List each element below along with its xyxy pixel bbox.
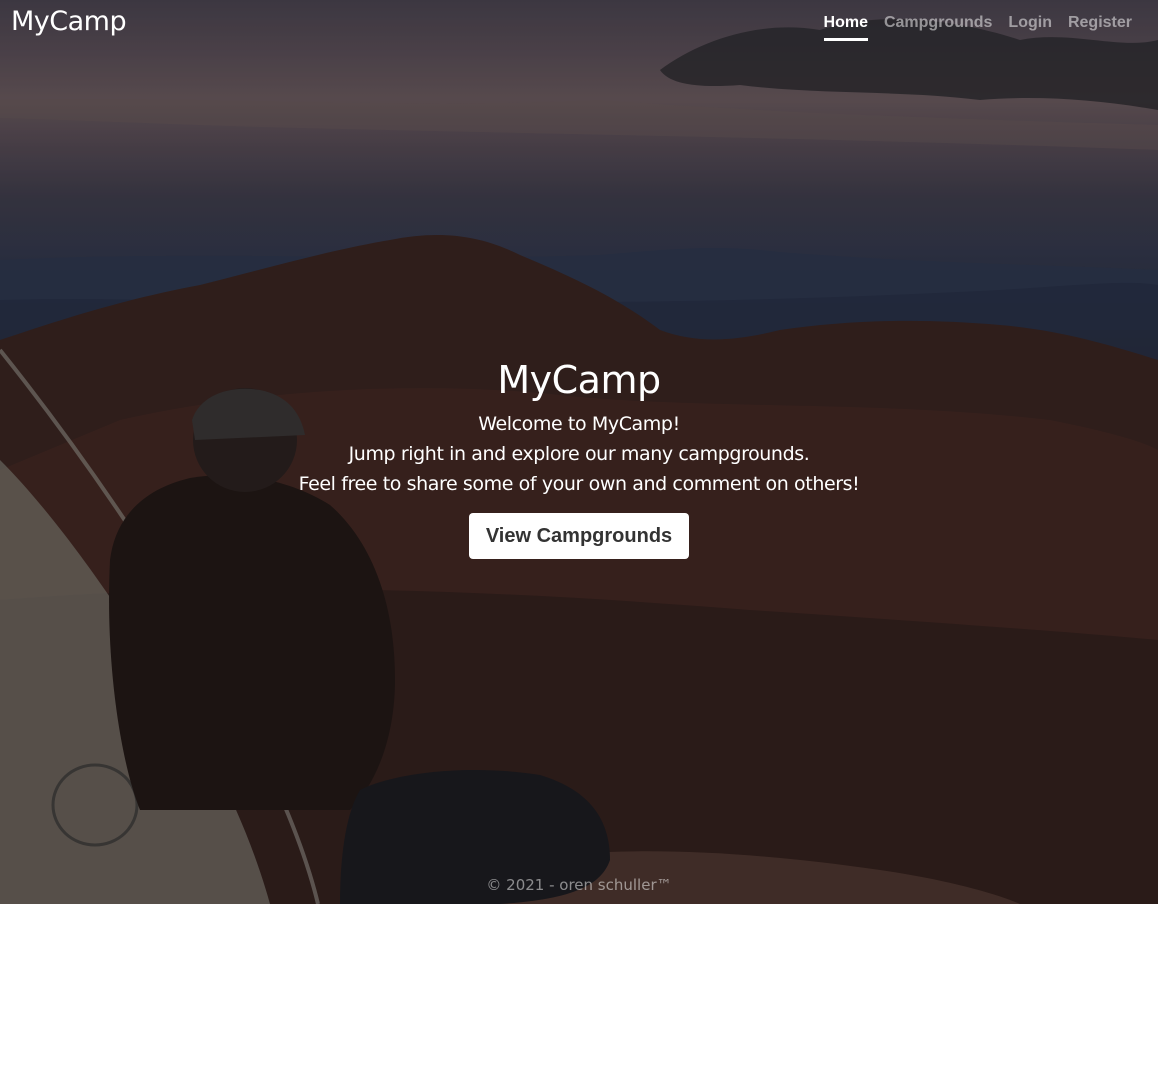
- view-campgrounds-button[interactable]: View Campgrounds: [468, 513, 690, 559]
- hero-title: MyCamp: [497, 358, 661, 402]
- hero-content: MyCamp Welcome to MyCamp! Jump right in …: [0, 356, 1158, 559]
- navbar-links: Home Campgrounds Login Register: [823, 14, 1132, 41]
- nav-link-login[interactable]: Login: [1008, 14, 1052, 41]
- footer-copyright: © 2021 - oren schuller™: [486, 876, 672, 894]
- nav-link-home[interactable]: Home: [823, 14, 868, 41]
- hero-welcome-text: Welcome to MyCamp!: [478, 413, 680, 435]
- nav-link-register[interactable]: Register: [1068, 14, 1132, 41]
- nav-link-campgrounds[interactable]: Campgrounds: [884, 14, 992, 41]
- navbar-brand[interactable]: MyCamp: [11, 6, 127, 37]
- hero-explore-text: Jump right in and explore our many campg…: [348, 443, 810, 465]
- hero-lead: Welcome to MyCamp! Jump right in and exp…: [0, 409, 1158, 499]
- hero-background: MyCamp Home Campgrounds Login Register M…: [0, 0, 1158, 904]
- hero-share-text: Feel free to share some of your own and …: [298, 473, 860, 495]
